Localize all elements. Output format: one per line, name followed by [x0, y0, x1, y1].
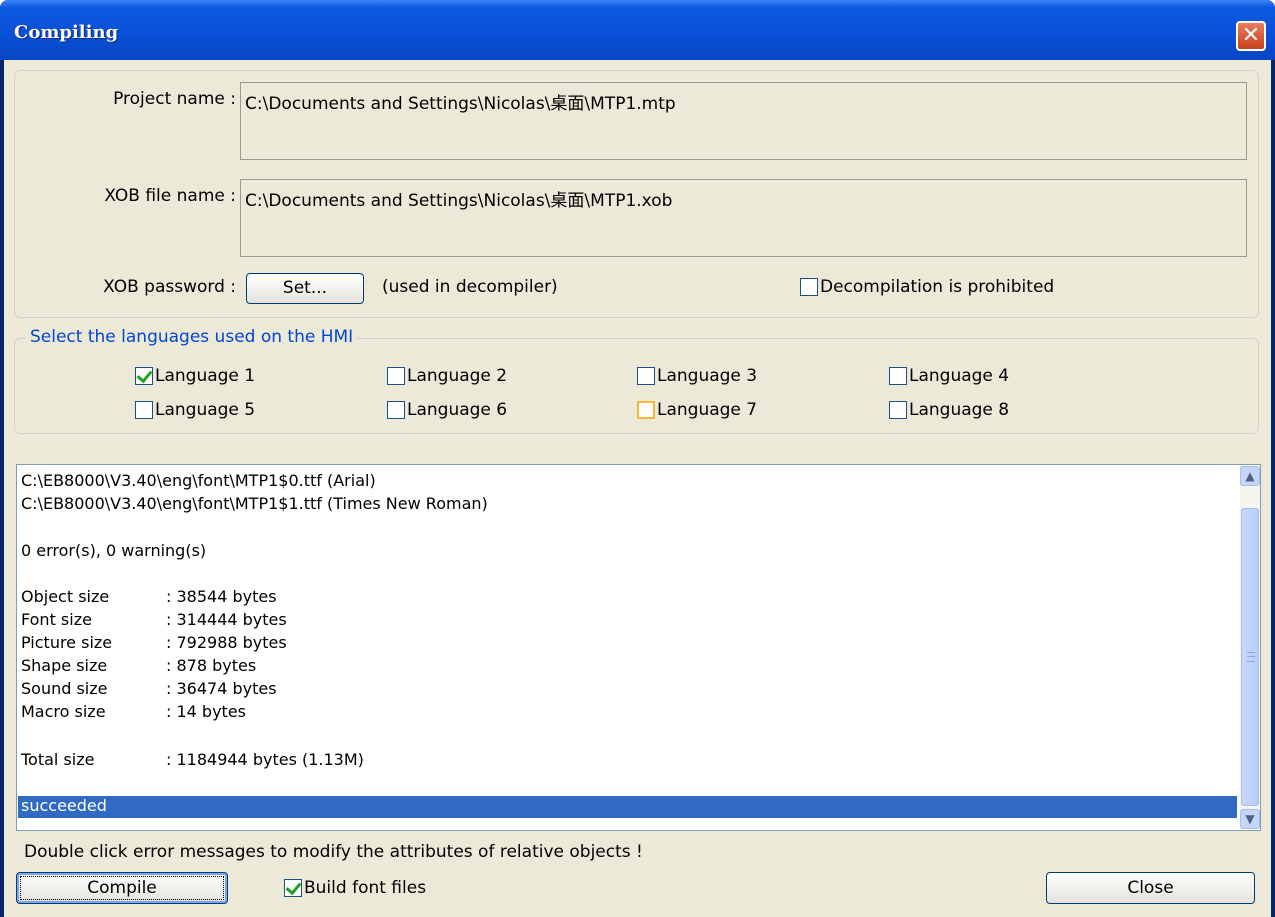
language-7-checkbox[interactable]: Language 7: [637, 400, 757, 420]
decompilation-prohibited-box[interactable]: [800, 278, 818, 296]
build-font-files-box[interactable]: [284, 879, 302, 897]
decompilation-prohibited-label: Decompilation is prohibited: [820, 277, 1055, 297]
language-6-box[interactable]: [387, 401, 405, 419]
languages-legend: Select the languages used on the HMI: [26, 327, 358, 347]
language-4-label: Language 4: [909, 366, 1010, 386]
compiling-dialog: Compiling ✕ Project name : C:\Documents …: [0, 0, 1275, 917]
decompilation-prohibited-checkbox[interactable]: Decompilation is prohibited: [800, 277, 1054, 297]
language-1-label: Language 1: [155, 366, 256, 386]
language-2-label: Language 2: [407, 366, 508, 386]
project-name-label: Project name :: [113, 89, 236, 109]
hint-text: Double click error messages to modify th…: [24, 842, 643, 862]
language-7-box[interactable]: [637, 401, 655, 419]
log-size-row: Shape size: 878 bytes: [21, 656, 257, 675]
log-size-row: Sound size: 36474 bytes: [21, 679, 277, 698]
build-font-files-checkbox[interactable]: Build font files: [284, 878, 426, 898]
scroll-up-icon[interactable]: ▲: [1240, 466, 1260, 486]
language-6-label: Language 6: [407, 400, 508, 420]
language-4-checkbox[interactable]: Language 4: [889, 366, 1009, 386]
log-line: C:\EB8000\V3.40\eng\font\MTP1$0.ttf (Ari…: [21, 471, 376, 490]
set-password-button[interactable]: Set...: [246, 273, 364, 304]
language-1-box[interactable]: [135, 367, 153, 385]
language-8-label: Language 8: [909, 400, 1010, 420]
title-bar[interactable]: Compiling ✕: [0, 0, 1275, 60]
compile-button[interactable]: Compile: [16, 872, 228, 904]
close-button[interactable]: Close: [1046, 872, 1255, 904]
language-8-checkbox[interactable]: Language 8: [889, 400, 1009, 420]
language-3-checkbox[interactable]: Language 3: [637, 366, 757, 386]
log-size-row: Font size: 314444 bytes: [21, 610, 287, 629]
log-line: C:\EB8000\V3.40\eng\font\MTP1$1.ttf (Tim…: [21, 494, 488, 513]
language-5-checkbox[interactable]: Language 5: [135, 400, 255, 420]
xob-file-name-field[interactable]: C:\Documents and Settings\Nicolas\桌面\MTP…: [240, 179, 1247, 257]
language-4-box[interactable]: [889, 367, 907, 385]
language-1-checkbox[interactable]: Language 1: [135, 366, 255, 386]
language-2-box[interactable]: [387, 367, 405, 385]
language-8-box[interactable]: [889, 401, 907, 419]
scroll-grip-icon: [1247, 652, 1255, 662]
language-5-label: Language 5: [155, 400, 256, 420]
xob-password-label: XOB password :: [103, 277, 236, 297]
build-font-files-label: Build font files: [304, 878, 427, 898]
scroll-down-icon[interactable]: ▼: [1240, 809, 1260, 829]
language-2-checkbox[interactable]: Language 2: [387, 366, 507, 386]
language-3-box[interactable]: [637, 367, 655, 385]
compile-output-list[interactable]: C:\EB8000\V3.40\eng\font\MTP1$0.ttf (Ari…: [16, 464, 1261, 831]
dialog-body: Project name : C:\Documents and Settings…: [4, 60, 1271, 917]
log-scrollbar[interactable]: ▲ ▼: [1240, 466, 1260, 829]
log-size-row: Picture size: 792988 bytes: [21, 633, 287, 652]
password-hint: (used in decompiler): [382, 277, 558, 297]
log-total-row: Total size: 1184944 bytes (1.13M): [21, 750, 364, 769]
xob-file-name-label: XOB file name :: [104, 186, 236, 206]
log-size-row: Macro size: 14 bytes: [21, 702, 246, 721]
close-icon[interactable]: ✕: [1236, 21, 1266, 51]
log-size-row: Object size: 38544 bytes: [21, 587, 277, 606]
language-6-checkbox[interactable]: Language 6: [387, 400, 507, 420]
project-name-field[interactable]: C:\Documents and Settings\Nicolas\桌面\MTP…: [240, 82, 1247, 160]
scroll-thumb[interactable]: [1241, 508, 1259, 806]
log-status: succeeded: [21, 796, 107, 815]
log-selected-row[interactable]: succeeded: [18, 796, 1237, 818]
window-title: Compiling: [14, 22, 119, 43]
language-7-label: Language 7: [657, 400, 758, 420]
log-summary: 0 error(s), 0 warning(s): [21, 541, 207, 560]
language-3-label: Language 3: [657, 366, 758, 386]
language-5-box[interactable]: [135, 401, 153, 419]
